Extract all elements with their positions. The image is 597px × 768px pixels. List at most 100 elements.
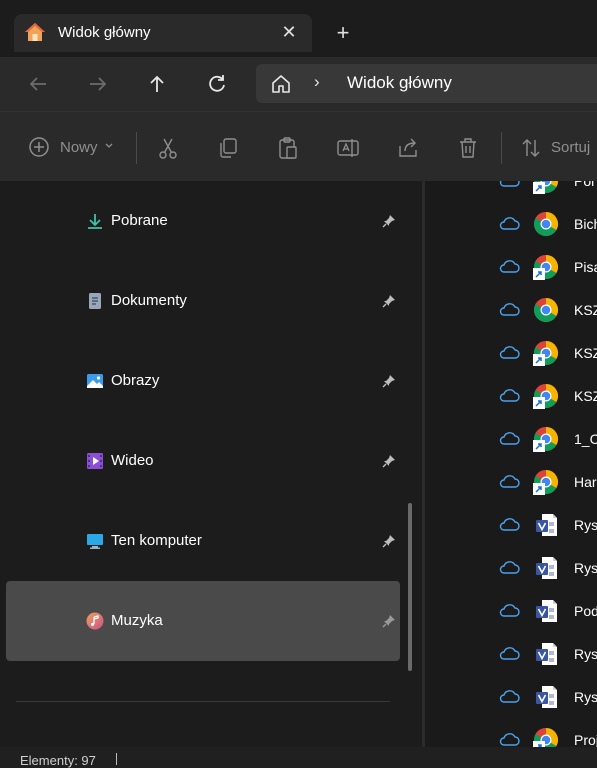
- chrome-shortcut-icon: [533, 181, 559, 194]
- file-name: Rys: [574, 689, 597, 705]
- cloud-status-icon: [498, 516, 520, 532]
- home-outline-icon[interactable]: [270, 74, 292, 94]
- file-name: Rys: [574, 560, 597, 576]
- chrome-shortcut-icon: [533, 383, 559, 409]
- sidebar-item-label: Obrazy: [111, 372, 160, 389]
- list-item[interactable]: Pisa: [425, 246, 597, 289]
- chrome-shortcut-icon: [533, 254, 559, 280]
- close-tab-icon[interactable]: ✕: [278, 21, 300, 43]
- download-icon: [86, 212, 104, 230]
- pin-icon[interactable]: [382, 614, 396, 628]
- list-item[interactable]: Rys: [425, 676, 597, 719]
- file-name: 1_C: [574, 431, 597, 447]
- file-name: Bich: [574, 216, 597, 232]
- command-bar: Nowy Sortuj: [0, 111, 597, 182]
- status-bar: Elementy: 97: [0, 747, 597, 768]
- pin-icon[interactable]: [382, 374, 396, 388]
- cloud-status-icon: [498, 215, 520, 231]
- list-item[interactable]: Bich: [425, 203, 597, 246]
- chrome-shortcut-icon: [533, 340, 559, 366]
- pin-icon[interactable]: [382, 534, 396, 548]
- file-name: KSZ: [574, 388, 597, 404]
- sidebar-item-label: Wideo: [111, 452, 154, 469]
- list-item[interactable]: Pod: [425, 590, 597, 633]
- file-name: Har: [574, 474, 597, 490]
- address-bar[interactable]: › Widok główny: [256, 64, 597, 103]
- sidebar-item-wideo[interactable]: Wideo: [6, 421, 400, 501]
- list-item[interactable]: KSZ: [425, 332, 597, 375]
- list-item[interactable]: Proj: [425, 719, 597, 747]
- sidebar-item-dokumenty[interactable]: Dokumenty: [6, 261, 400, 341]
- cloud-status-icon: [498, 645, 520, 661]
- item-count: Elementy: 97: [20, 753, 96, 768]
- tab-widok-glowny[interactable]: Widok główny ✕: [14, 14, 312, 52]
- file-name: Pod: [574, 603, 597, 619]
- cut-icon[interactable]: [157, 136, 179, 160]
- list-item[interactable]: Rys: [425, 504, 597, 547]
- sidebar-item-obrazy[interactable]: Obrazy: [6, 341, 400, 421]
- list-item[interactable]: KSZ: [425, 375, 597, 418]
- list-item[interactable]: KSZ: [425, 289, 597, 332]
- visio-icon: [533, 641, 559, 667]
- pin-icon[interactable]: [382, 214, 396, 228]
- back-arrow-icon[interactable]: [24, 70, 52, 98]
- list-item[interactable]: Rys: [425, 547, 597, 590]
- new-tab-button[interactable]: +: [330, 20, 356, 46]
- sidebar-scrollbar[interactable]: [408, 503, 412, 671]
- sort-button-label[interactable]: Sortuj: [551, 139, 590, 156]
- list-item[interactable]: Har: [425, 461, 597, 504]
- pin-icon[interactable]: [382, 294, 396, 308]
- file-name: Pol: [574, 181, 595, 189]
- rename-icon[interactable]: [336, 136, 360, 160]
- share-icon[interactable]: [397, 136, 419, 160]
- chrome-icon: [533, 297, 559, 323]
- list-item[interactable]: 1_C: [425, 418, 597, 461]
- new-button-label[interactable]: Nowy: [60, 139, 98, 156]
- sidebar-item-pobrane[interactable]: Pobrane: [6, 181, 400, 261]
- list-item[interactable]: Rys: [425, 633, 597, 676]
- tab-title: Widok główny: [58, 24, 151, 41]
- title-bar: Widok główny ✕ +: [0, 0, 597, 57]
- file-name: KSZ: [574, 302, 597, 318]
- document-icon: [86, 292, 104, 310]
- file-list: Pol Bich Pisa KSZ KSZ KSZ 1_C Har Rys Rys Pod Rys Ry…: [425, 181, 597, 747]
- delete-icon[interactable]: [457, 136, 479, 160]
- file-name: Proj: [574, 732, 597, 747]
- breadcrumb-location[interactable]: Widok główny: [347, 73, 452, 93]
- video-icon: [86, 452, 104, 470]
- file-name: Rys: [574, 646, 597, 662]
- home-icon: [24, 21, 46, 43]
- music-icon: [86, 612, 104, 630]
- copy-icon[interactable]: [217, 136, 239, 160]
- list-item[interactable]: Pol: [425, 181, 597, 203]
- chrome-shortcut-icon: [533, 727, 559, 747]
- chrome-icon: [533, 211, 559, 237]
- navigation-pane: Pobrane Dokumenty Obrazy Wideo Ten kompu…: [0, 181, 422, 747]
- navigation-bar: › Widok główny: [0, 57, 597, 111]
- cloud-status-icon: [498, 387, 520, 403]
- sidebar-item-muzyka[interactable]: Muzyka: [6, 581, 400, 661]
- up-arrow-icon[interactable]: [143, 70, 171, 98]
- paste-icon[interactable]: [277, 136, 299, 160]
- divider: [501, 132, 502, 164]
- file-name: Rys: [574, 517, 597, 533]
- new-plus-icon[interactable]: [28, 136, 50, 160]
- forward-arrow-icon[interactable]: [84, 70, 112, 98]
- sort-icon[interactable]: [520, 136, 542, 160]
- sidebar-item-label: Pobrane: [111, 212, 168, 229]
- sidebar-item-ten-komputer[interactable]: Ten komputer: [6, 501, 400, 581]
- cloud-status-icon: [498, 602, 520, 618]
- chrome-shortcut-icon: [533, 469, 559, 495]
- pin-icon[interactable]: [382, 454, 396, 468]
- cloud-status-icon: [498, 688, 520, 704]
- chevron-right-icon[interactable]: ›: [314, 72, 320, 92]
- cloud-status-icon: [498, 559, 520, 575]
- divider: [16, 701, 390, 702]
- cloud-status-icon: [498, 430, 520, 446]
- refresh-icon[interactable]: [203, 70, 231, 98]
- cloud-status-icon: [498, 344, 520, 360]
- file-name: KSZ: [574, 345, 597, 361]
- chevron-down-icon[interactable]: [104, 142, 114, 166]
- cloud-status-icon: [498, 731, 520, 747]
- sidebar-item-label: Dokumenty: [111, 292, 187, 309]
